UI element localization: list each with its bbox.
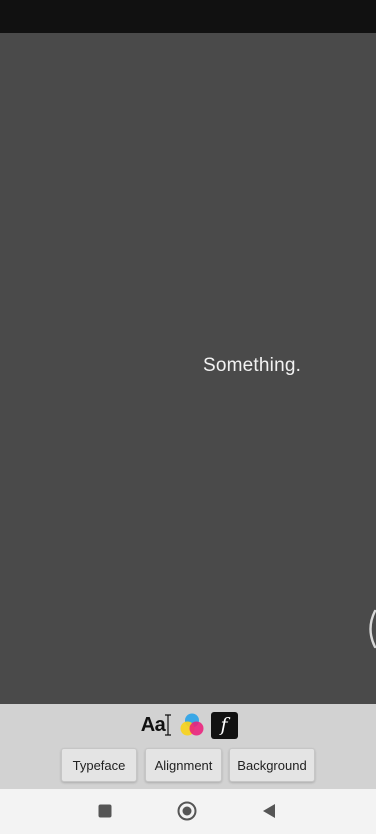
tab-typeface[interactable]: Typeface [61,748,137,782]
font-icon[interactable]: f [210,711,238,739]
color-palette-icon[interactable] [178,711,206,739]
navigation-bar [0,789,376,834]
screen: Something. Aa f Typeface Alignment Backg… [0,0,376,834]
tab-row: Typeface Alignment Background [0,748,376,782]
mode-selector: Aa f [0,710,376,740]
recents-icon[interactable] [93,799,117,823]
text-format-icon[interactable]: Aa [138,711,174,739]
panel-handle-icon[interactable] [364,609,376,649]
tab-alignment[interactable]: Alignment [145,748,222,782]
text-cursor-icon [165,714,172,736]
font-icon-box: f [210,711,238,739]
tab-background[interactable]: Background [229,748,315,782]
status-bar [0,0,376,33]
home-icon[interactable] [175,799,199,823]
canvas-text[interactable]: Something. [203,355,301,377]
text-canvas[interactable]: Something. [0,33,376,704]
back-icon[interactable] [257,799,281,823]
font-icon-glyph: f [220,714,228,736]
tool-panel: Aa f Typeface Alignment Background [0,704,376,789]
text-format-glyph: Aa [140,713,166,736]
